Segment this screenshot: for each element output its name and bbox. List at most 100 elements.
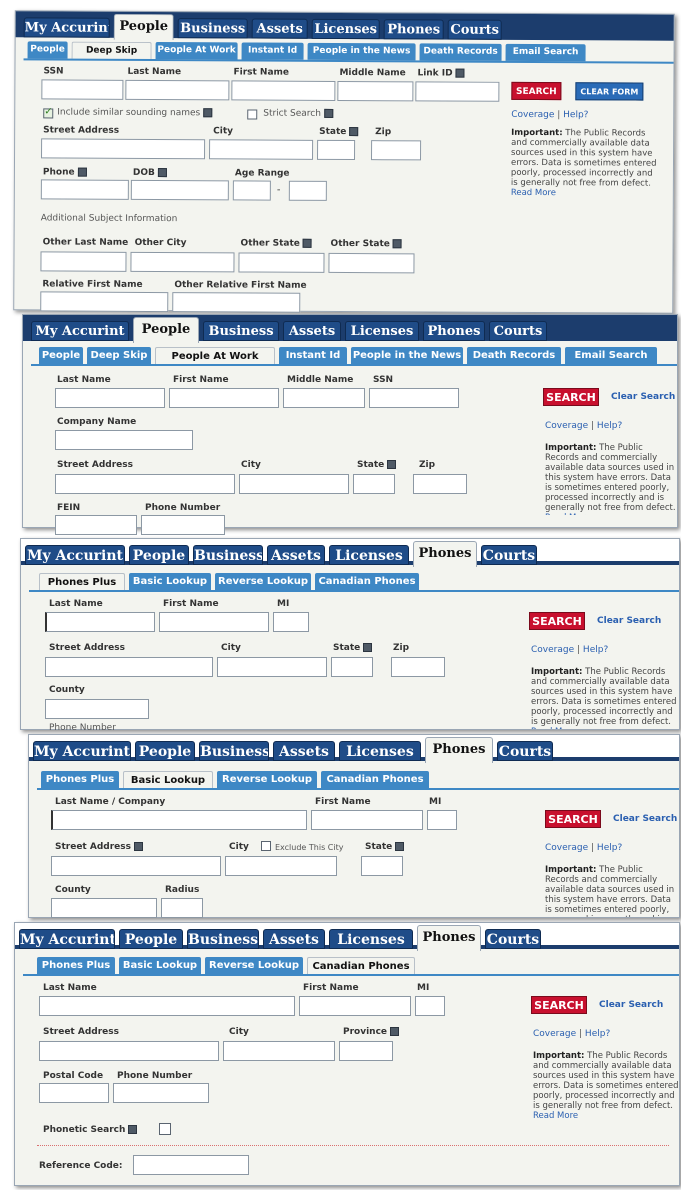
tab-business[interactable]: Business [203,321,279,341]
zip-input[interactable] [371,140,422,161]
tab-phones[interactable]: Phones [413,541,477,567]
tab-assets[interactable]: Assets [263,929,325,949]
subtab-email-search[interactable]: Email Search [565,347,657,364]
read-more-link[interactable]: Read More [531,727,576,729]
tab-my-accurint[interactable]: My Accurint [33,741,131,761]
clear-search-link[interactable]: Clear Search [613,814,677,824]
tab-assets[interactable]: Assets [267,545,325,565]
clear-search-link[interactable]: Clear Search [611,392,675,402]
phone-number-input[interactable] [141,515,225,535]
province-input[interactable] [339,1041,393,1061]
help-icon[interactable] [133,842,143,851]
read-more-link[interactable]: Read More [533,1111,578,1121]
strict-search-checkbox[interactable] [247,109,258,120]
subtab-people-in-news[interactable]: People in the News [307,42,416,61]
tab-my-accurint[interactable]: My Accurint [25,545,125,565]
subtab-people[interactable]: People [27,41,68,59]
help-link[interactable]: Help? [583,645,608,655]
mi-input[interactable] [427,810,457,830]
search-button[interactable]: SEARCH [543,388,599,406]
help-icon[interactable] [387,460,397,469]
search-button[interactable]: SEARCH [529,612,585,630]
city-input[interactable] [225,856,337,876]
other-city-input[interactable] [130,251,235,273]
tab-people[interactable]: People [119,929,183,949]
state-input[interactable] [317,139,356,161]
tab-phones[interactable]: Phones [423,321,485,341]
read-more-link[interactable]: Read More [511,188,556,198]
link-id-input[interactable] [415,81,500,102]
help-link[interactable]: Help? [585,1029,610,1039]
middle-name-input[interactable] [337,80,414,102]
tab-business[interactable]: Business [177,18,248,39]
age-from-input[interactable] [232,180,271,201]
subtab-people[interactable]: People [39,347,83,364]
subtab-email-search[interactable]: Email Search [505,43,586,62]
subtab-phones-plus[interactable]: Phones Plus [41,771,119,788]
tab-courts[interactable]: Courts [447,19,502,40]
exclude-city-checkbox[interactable] [261,841,271,851]
coverage-link[interactable]: Coverage [545,421,588,431]
subtab-basic-lookup[interactable]: Basic Lookup [123,771,213,788]
city-input[interactable] [217,657,327,677]
tab-courts[interactable]: Courts [489,321,547,341]
tab-business[interactable]: Business [199,741,269,761]
subtab-canadian-phones[interactable]: Canadian Phones [315,573,419,590]
state-input[interactable] [331,657,373,677]
city-input[interactable] [223,1041,335,1061]
city-input[interactable] [209,139,314,160]
dob-input[interactable] [130,179,229,201]
subtab-instant-id[interactable]: Instant Id [241,42,304,60]
street-address-input[interactable] [39,1041,219,1061]
subtab-people-at-work[interactable]: People At Work [155,347,275,364]
clear-search-link[interactable]: Clear Search [599,1000,663,1010]
tab-licenses[interactable]: Licenses [329,545,409,565]
coverage-link[interactable]: Coverage [511,110,554,120]
subtab-canadian-phones[interactable]: Canadian Phones [307,957,415,974]
city-input[interactable] [239,474,349,494]
phone-number-input[interactable] [113,1083,209,1103]
relative-first-name-input[interactable] [40,291,169,313]
mi-input[interactable] [415,996,445,1016]
tab-assets[interactable]: Assets [283,321,341,341]
phonetic-search-checkbox[interactable] [159,1123,171,1135]
help-icon[interactable] [203,108,213,118]
similar-names-checkbox[interactable] [43,108,54,119]
tab-licenses[interactable]: Licenses [311,18,380,40]
search-button[interactable]: SEARCH [545,810,601,828]
last-name-company-input[interactable] [51,810,307,830]
tab-people[interactable]: People [135,741,195,761]
tab-business[interactable]: Business [193,545,263,565]
tab-assets[interactable]: Assets [273,741,335,761]
first-name-input[interactable] [159,612,269,632]
search-button[interactable]: SEARCH [511,81,562,101]
ssn-input[interactable] [41,79,124,100]
help-icon[interactable] [128,1125,138,1134]
subtab-people-at-work[interactable]: People At Work [155,42,238,60]
zip-input[interactable] [413,474,467,494]
radius-input[interactable] [161,898,203,918]
tab-courts[interactable]: Courts [481,545,537,565]
help-link[interactable]: Help? [597,843,622,853]
subtab-basic-lookup[interactable]: Basic Lookup [119,957,201,974]
middle-name-input[interactable] [283,388,365,408]
help-icon[interactable] [395,842,405,851]
county-input[interactable] [45,699,149,719]
subtab-phones-plus[interactable]: Phones Plus [37,957,115,974]
company-name-input[interactable] [55,430,193,450]
help-icon[interactable] [157,168,167,178]
help-link[interactable]: Help? [563,110,588,120]
postal-code-input[interactable] [39,1083,109,1103]
help-icon[interactable] [77,167,87,177]
last-name-input[interactable] [39,996,295,1016]
first-name-input[interactable] [169,388,279,408]
tab-courts[interactable]: Courts [497,741,553,761]
tab-people[interactable]: People [129,545,189,565]
last-name-input[interactable] [55,388,165,408]
tab-business[interactable]: Business [187,929,259,949]
subtab-deep-skip[interactable]: Deep Skip [87,347,151,364]
county-input[interactable] [51,898,157,918]
subtab-deep-skip[interactable]: Deep Skip [71,41,152,59]
tab-people[interactable]: People [133,317,199,343]
age-to-input[interactable] [288,180,327,201]
